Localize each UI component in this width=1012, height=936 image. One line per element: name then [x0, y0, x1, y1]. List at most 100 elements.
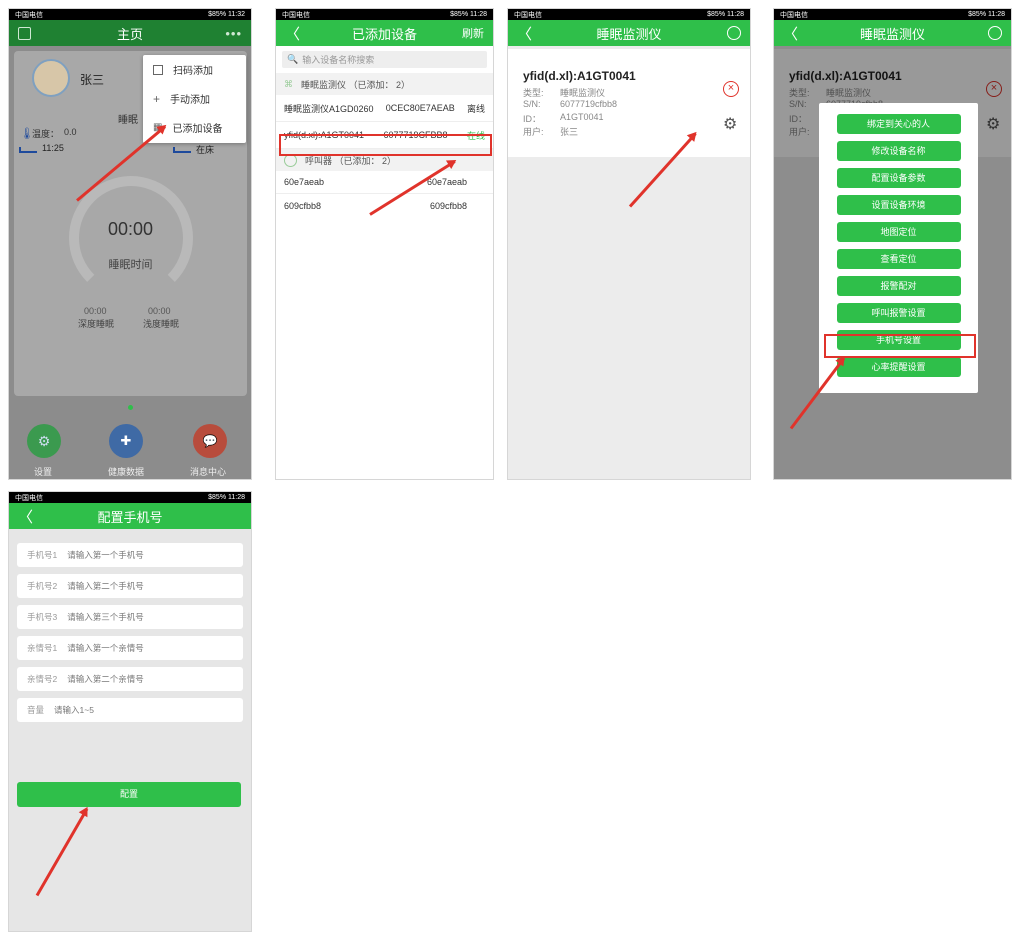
plus-icon: +	[153, 91, 161, 106]
delete-icon[interactable]: ×	[723, 81, 739, 97]
device-name: yfid(d.xl):A1GT0041	[523, 69, 636, 83]
sn-value: 6077719cfbb8	[560, 99, 618, 109]
family1-field[interactable]: 亲情号1 请输入第一个亲情号	[17, 636, 243, 660]
page-title: 睡眠监测仪	[859, 26, 925, 42]
menu-device-environment[interactable]: 设置设备环境	[836, 195, 961, 215]
deep-sleep-time: 00:00	[84, 306, 107, 316]
field-placeholder: 请输入第二个手机号	[67, 581, 144, 591]
configure-button[interactable]: 配置	[17, 782, 241, 807]
menu-heart-rate-alert[interactable]: 心率提醒设置	[836, 357, 961, 377]
scan-icon[interactable]	[18, 26, 31, 40]
menu-rename-device[interactable]: 修改设备名称	[836, 141, 961, 161]
status-bar: 中国电信 $85% 11:28	[9, 492, 251, 503]
time-value: 11:25	[42, 143, 64, 153]
menu-view-location[interactable]: 查看定位	[836, 249, 961, 269]
device-detail-screen: 中国电信 $85% 11:28 〈 睡眠监测仪 yfid(d.xl):A1GT00…	[507, 8, 751, 480]
device-name: 睡眠监测仪A1GD0260	[284, 103, 374, 114]
carrier-text: 中国电信	[282, 11, 310, 19]
user-label: 用户:	[523, 127, 544, 137]
menu-manual-add-label: 手动添加	[170, 95, 211, 106]
phone2-field[interactable]: 手机号2 请输入第二个手机号	[17, 574, 243, 598]
group-sleep-monitor[interactable]: ⌘ 睡眠监测仪 （已添加： 2）	[276, 73, 493, 95]
home-screen: 中国电信 $85% 11:32 主页 ••• 张三 睡眠 🌡 温度： 0.0 11…	[8, 8, 252, 480]
phone-config-screen: 中国电信 $85% 11:28 〈 配置手机号 手机号1 请输入第一个手机号 手机号…	[8, 491, 252, 932]
menu-manual-add[interactable]: + 手动添加	[143, 84, 246, 113]
medical-kit-icon: ✚	[120, 433, 132, 448]
device-name: 609cfbb8	[284, 200, 322, 211]
menu-device-params[interactable]: 配置设备参数	[836, 168, 961, 188]
refresh-button[interactable]: 刷新	[462, 25, 484, 41]
search-placeholder: 输入设备名称搜索	[302, 55, 375, 65]
clock-text: $85% 11:28	[208, 494, 245, 501]
clock-text: $85% 11:28	[968, 11, 1005, 18]
back-icon[interactable]: 〈	[783, 23, 798, 44]
search-bar[interactable]: 🔍 输入设备名称搜索	[282, 51, 487, 68]
page-title: 配置手机号	[97, 509, 163, 525]
temp-label: 温度：	[32, 129, 60, 139]
search-icon: 🔍	[287, 54, 299, 64]
gear-icon: ⚙	[37, 433, 51, 449]
carrier-text: 中国电信	[514, 11, 542, 19]
device-row[interactable]: 睡眠监测仪A1GD0260 0CEC80E7AEAB 离线	[276, 95, 493, 122]
nav-messages[interactable]: 💬	[193, 424, 227, 458]
nav-messages-label: 消息中心	[190, 467, 227, 477]
status-bar: 中国电信 $85% 11:28	[276, 9, 493, 20]
status-bar: 中国电信 $85% 11:32	[9, 9, 251, 20]
menu-scan-add[interactable]: 扫码添加	[143, 55, 246, 84]
field-label: 手机号2	[27, 581, 58, 591]
added-devices-screen: 中国电信 $85% 11:28 〈 已添加设备 刷新 🔍 输入设备名称搜索 ⌘ 睡眠监…	[275, 8, 494, 480]
lungs-icon: ⌘	[284, 78, 293, 89]
device-sn: 0CEC80E7AEAB	[385, 103, 455, 113]
back-icon[interactable]: 〈	[517, 23, 532, 44]
menu-bind-caregiver[interactable]: 绑定到关心的人	[836, 114, 961, 134]
device-row[interactable]: 60e7aeab 60e7aeab	[276, 171, 493, 194]
menu-added-devices-label: 已添加设备	[172, 124, 223, 135]
title-bar: 主页 •••	[9, 20, 251, 46]
menu-call-alarm[interactable]: 呼叫报警设置	[836, 303, 961, 323]
field-placeholder: 请输入1~5	[54, 705, 94, 715]
back-icon[interactable]: 〈	[18, 506, 33, 527]
page-title: 睡眠监测仪	[596, 26, 662, 42]
user-value: 张三	[560, 127, 579, 137]
sleep-label-partial: 睡眠	[118, 115, 138, 126]
menu-scan-add-label: 扫码添加	[173, 66, 213, 77]
back-icon[interactable]: 〈	[285, 23, 300, 44]
page-indicator	[128, 405, 133, 410]
gear-icon[interactable]: ⚙	[723, 114, 737, 134]
sleep-timer: 00:00	[107, 219, 154, 239]
field-label: 手机号1	[27, 550, 58, 560]
field-placeholder: 请输入第二个亲情号	[67, 674, 144, 684]
avatar[interactable]	[32, 59, 70, 97]
device-sn: 609cfbb8	[429, 200, 467, 211]
field-label: 音量	[27, 705, 45, 715]
carrier-text: 中国电信	[15, 11, 43, 19]
id-value: A1GT0041	[560, 112, 604, 122]
bed-status-icon	[173, 147, 191, 153]
sleep-timer-label: 睡眠时间	[108, 259, 153, 271]
type-value: 睡眠监测仪	[560, 88, 606, 98]
family2-field[interactable]: 亲情号2 请输入第二个亲情号	[17, 667, 243, 691]
group-sleep-monitor-label: 睡眠监测仪 （已添加： 2）	[301, 79, 411, 90]
field-placeholder: 请输入第三个手机号	[67, 612, 144, 622]
page-title: 已添加设备	[351, 26, 417, 42]
title-bar: 〈 已添加设备 刷新	[276, 20, 493, 46]
clock-text: $85% 11:32	[208, 11, 245, 18]
more-icon[interactable]: •••	[225, 26, 242, 41]
phone3-field[interactable]: 手机号3 请输入第三个手机号	[17, 605, 243, 629]
nav-settings[interactable]: ⚙	[27, 424, 61, 458]
menu-map-locate[interactable]: 地图定位	[836, 222, 961, 242]
title-bar: 〈 睡眠监测仪	[508, 20, 750, 46]
user-name: 张三	[80, 73, 105, 87]
light-sleep-time: 00:00	[148, 306, 171, 316]
phone1-field[interactable]: 手机号1 请输入第一个手机号	[17, 543, 243, 567]
page-title: 主页	[116, 26, 143, 42]
nav-health[interactable]: ✚	[109, 424, 143, 458]
status-bar: 中国电信 $85% 11:28	[508, 9, 750, 20]
title-bar: 〈 睡眠监测仪	[774, 20, 1011, 46]
volume-field[interactable]: 音量 请输入1~5	[17, 698, 243, 722]
home-icon[interactable]	[988, 26, 1002, 40]
chat-icon: 💬	[202, 434, 218, 448]
bed-icon	[19, 147, 37, 153]
home-icon[interactable]	[727, 26, 741, 40]
menu-alarm-pairing[interactable]: 报警配对	[836, 276, 961, 296]
